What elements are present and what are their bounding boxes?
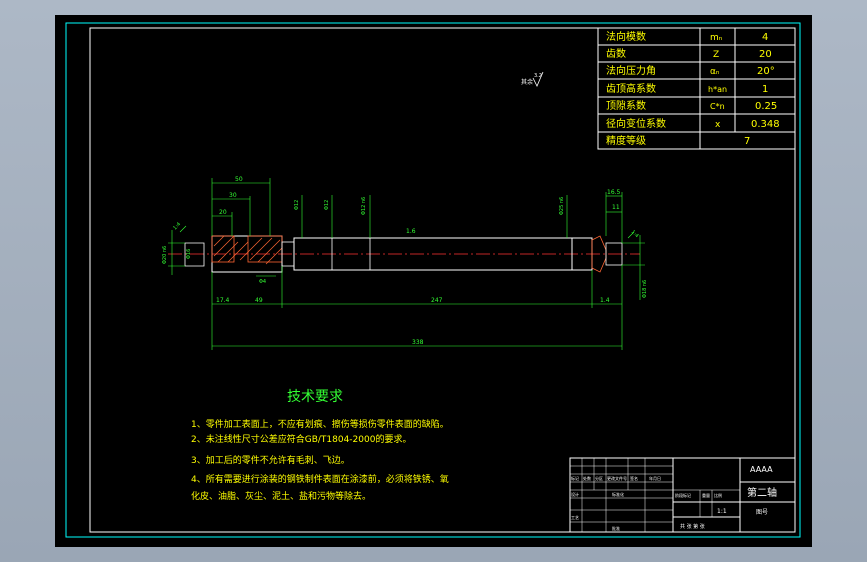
tb-label-weight: 重量 [702, 492, 710, 498]
param-name-7: 精度等级 [606, 134, 646, 147]
param-value-4: 1 [762, 84, 768, 95]
param-name-1: 法向模数 [606, 30, 646, 43]
tb-label-approve: 批准 [612, 525, 620, 531]
tb-label-design: 设计 [571, 491, 579, 497]
param-name-2: 齿数 [606, 47, 626, 60]
bottom-dimension-lines [211, 265, 623, 350]
dim-left-dia-b: Φ16 [186, 249, 192, 259]
dim-right-dia: Φ18 n6 [642, 280, 648, 298]
param-symbol-2: Z [713, 50, 719, 60]
mid-roughness: 1.6 [406, 228, 416, 235]
dim-dia-12b: Φ12 [324, 200, 330, 210]
dim-dia-12-fit: Φ12 n6 [361, 197, 367, 215]
tb-label-date: 年月日 [649, 475, 661, 481]
tech-title: 技术要求 [287, 389, 343, 405]
param-symbol-1: mₙ [710, 33, 723, 43]
tech-requirements: 技术要求 1、零件加工表面上，不应有划痕、擦伤等损伤零件表面的缺陷。 2、未注线… [191, 389, 449, 502]
tb-label-count: 处数 [583, 475, 591, 481]
param-name-4: 齿顶高系数 [606, 82, 656, 95]
dim-right-taper: 1:4 [630, 229, 640, 239]
tb-label-change-doc: 更改文件号 [607, 475, 627, 481]
tech-item-4: 4、所有需要进行涂装的钢铁制件表面在涂漆前，必须将铁锈、氧 [191, 473, 449, 485]
dim-top-20: 20 [219, 209, 227, 216]
tb-label-zone: 分区 [595, 475, 603, 481]
tech-item-1: 1、零件加工表面上，不应有划痕、擦伤等损伤零件表面的缺陷。 [191, 418, 449, 430]
shaft-drawing: 50 30 20 Φ12 Φ12 Φ12 n6 Φ25 n6 16.5 11 1… [162, 176, 648, 350]
dim-total-338: 338 [412, 339, 424, 346]
param-value-6: 0.348 [751, 119, 780, 130]
dim-bot-17-4: 17.4 [216, 297, 230, 304]
roughness-note: 其余 3.2 [521, 71, 544, 87]
param-symbol-4: h*an [708, 85, 727, 94]
tb-company: AAAA [750, 465, 773, 474]
param-value-5: 0.25 [755, 101, 777, 112]
param-name-3: 法向压力角 [606, 64, 656, 77]
param-name-6: 径向变位系数 [606, 117, 666, 130]
title-block: 标记 处数 分区 更改文件号 签名 年月日 设计 标准化 阶段标记 重量 比例 … [569, 457, 796, 533]
dim-right-16-5: 16.5 [607, 189, 621, 196]
dim-top-30: 30 [229, 192, 237, 199]
svg-text:其余: 其余 [521, 78, 533, 86]
dim-bot-1-4: 1.4 [600, 297, 610, 304]
tb-label-process: 工艺 [571, 515, 579, 520]
left-dimension-lines [168, 225, 187, 275]
tb-part-name: 第二轴 [747, 486, 777, 499]
dim-left-dia: Φ20 n6 [162, 246, 168, 264]
param-symbol-3: αₙ [710, 67, 720, 77]
param-symbol-5: C*n [710, 102, 725, 111]
dim-bot-49: 49 [255, 297, 263, 304]
tb-label-mark: 标记 [571, 475, 579, 481]
param-symbol-6: x [715, 120, 721, 130]
dim-right-11: 11 [612, 204, 620, 211]
tech-item-3: 3、加工后的零件不允许有毛刺、飞边。 [191, 454, 350, 466]
param-value-7: 7 [744, 136, 750, 147]
tb-label-standard: 标准化 [612, 491, 624, 497]
dim-top-50: 50 [235, 176, 243, 183]
tb-label-stage: 阶段标记 [675, 492, 691, 498]
tech-item-5: 化皮、油脂、灰尘、泥土、盐和污物等除去。 [191, 490, 371, 502]
dim-key-width: Φ4 [259, 279, 266, 285]
drawing-canvas: 法向模数 mₙ 4 齿数 Z 20 法向压力角 αₙ 20° 齿顶高系数 h*a… [65, 22, 801, 538]
param-value-3: 20° [757, 66, 775, 77]
dim-dia-12a: Φ12 [294, 200, 300, 210]
tb-label-sheets: 共 张 第 张 [680, 523, 705, 530]
tb-label-sign: 签名 [630, 475, 638, 481]
tb-drawing-no: 图号 [756, 509, 768, 516]
tb-scale-value: 1:1 [717, 508, 727, 515]
param-name-5: 顶隙系数 [606, 99, 646, 112]
dim-dia-25-fit: Φ25 n6 [559, 197, 565, 215]
dim-bot-247: 247 [431, 297, 443, 304]
tb-label-scale: 比例 [714, 492, 722, 498]
dim-left-taper: 1:4 [172, 221, 182, 231]
outer-frame [65, 22, 801, 538]
tech-item-2: 2、未注线性尺寸公差应符合GB/T1804-2000的要求。 [191, 433, 411, 445]
param-value-2: 20 [759, 49, 772, 60]
svg-text:3.2: 3.2 [534, 73, 542, 79]
parameter-table: 法向模数 mₙ 4 齿数 Z 20 法向压力角 αₙ 20° 齿顶高系数 h*a… [597, 27, 796, 150]
param-value-1: 4 [762, 32, 768, 43]
